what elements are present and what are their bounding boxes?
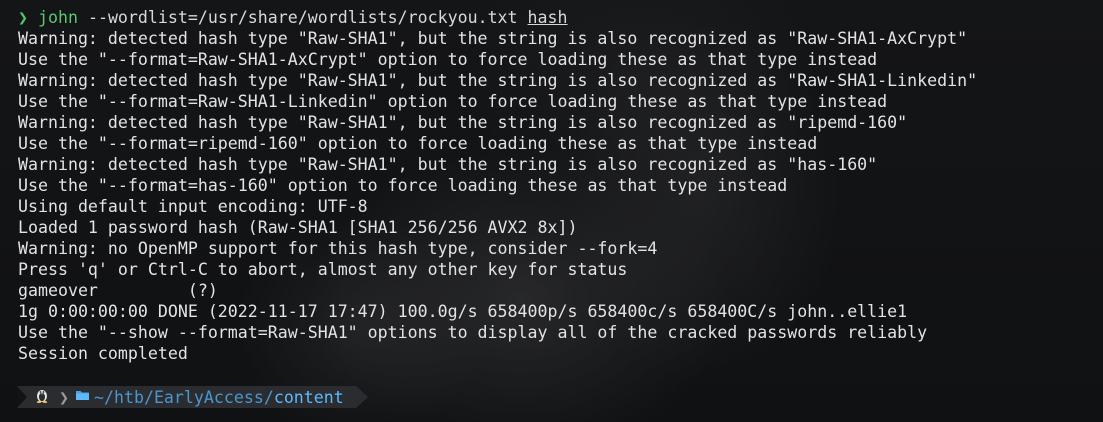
output-line: Warning: detected hash type "Raw-SHA1", … <box>18 113 908 132</box>
terminal-output[interactable]: ❯ john --wordlist=/usr/share/wordlists/r… <box>18 7 1103 364</box>
output-line: Warning: no OpenMP support for this hash… <box>18 239 658 258</box>
command-args: --wordlist=/usr/share/wordlists/rockyou.… <box>77 8 528 27</box>
prompt-arrow-icon: ❯ <box>18 8 28 27</box>
output-line: Use the "--format=ripemd-160" option to … <box>18 134 818 153</box>
output-line: Warning: detected hash type "Raw-SHA1", … <box>18 29 968 48</box>
os-segment <box>17 386 55 408</box>
current-directory: content <box>273 387 344 407</box>
output-line: Loaded 1 password hash (Raw-SHA1 [SHA1 2… <box>18 218 578 237</box>
command-hash-arg: hash <box>527 8 568 27</box>
folder-icon <box>75 389 90 405</box>
prompt-separator-icon: ❯ <box>55 386 73 408</box>
output-line: Session completed <box>18 344 188 363</box>
linux-tux-icon <box>35 387 49 407</box>
output-line: Use the "--format=Raw-SHA1-Linkedin" opt… <box>18 92 888 111</box>
output-line: Use the "--show --format=Raw-SHA1" optio… <box>18 323 928 342</box>
prompt-segment-end <box>355 386 368 408</box>
path-prefix: ~/htb/EarlyAccess/ <box>94 387 274 407</box>
output-line: Using default input encoding: UTF-8 <box>18 197 368 216</box>
output-line: Press 'q' or Ctrl-C to abort, almost any… <box>18 260 628 279</box>
path-segment: ~/htb/EarlyAccess/content <box>73 386 356 408</box>
shell-prompt-bar: ❯ ~/htb/EarlyAccess/content <box>17 386 368 408</box>
output-line: 1g 0:00:00:00 DONE (2022-11-17 17:47) 10… <box>18 302 908 321</box>
command-name: john <box>38 8 78 27</box>
cracked-password-line: gameover (?) <box>18 281 218 300</box>
output-line: Warning: detected hash type "Raw-SHA1", … <box>18 155 878 174</box>
output-line: Warning: detected hash type "Raw-SHA1", … <box>18 71 978 90</box>
output-line: Use the "--format=has-160" option to for… <box>18 176 788 195</box>
output-line: Use the "--format=Raw-SHA1-AxCrypt" opti… <box>18 50 878 69</box>
command-line: ❯ john --wordlist=/usr/share/wordlists/r… <box>18 7 1103 28</box>
